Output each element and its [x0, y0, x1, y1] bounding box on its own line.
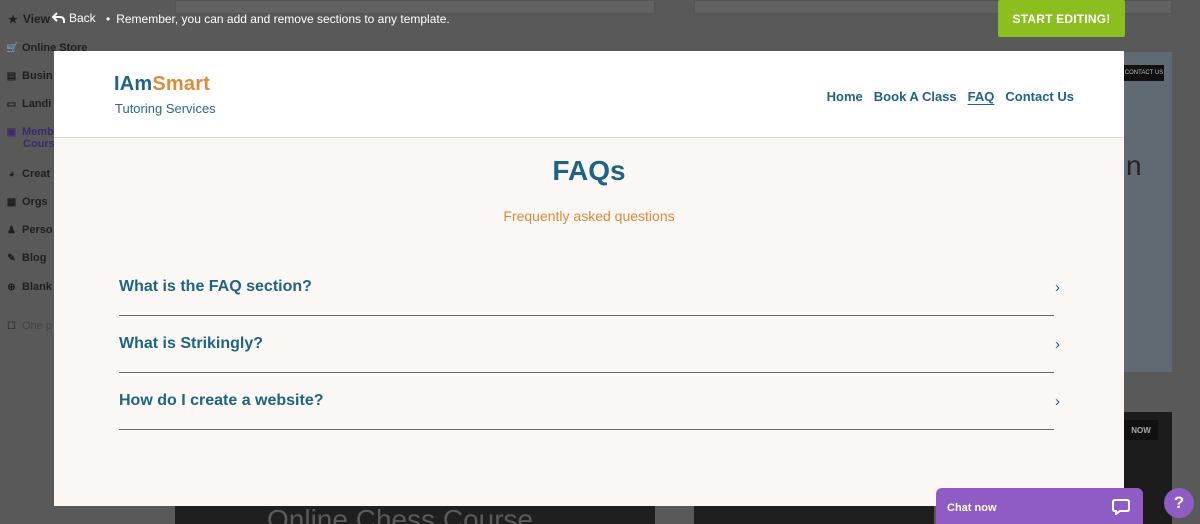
chevron-right-icon: ›	[1055, 393, 1060, 410]
sidebar-item-one-page[interactable]: ☐ One p	[6, 320, 52, 332]
background-template-card-bottom: Online Chess Course	[175, 506, 655, 524]
background-template-card-bottom-right	[694, 506, 934, 524]
hint-text: Remember, you can add and remove section…	[116, 12, 450, 26]
start-editing-button[interactable]: START EDITING!	[998, 0, 1125, 37]
sidebar-item-label: Memb	[22, 126, 54, 138]
back-arrow-icon	[52, 12, 65, 23]
nav-link-book-a-class[interactable]: Book A Class	[874, 89, 957, 104]
logo-part-1: IAm	[114, 73, 153, 95]
sidebar-item-label: Blank	[22, 281, 52, 293]
person-icon: ♟	[7, 224, 16, 236]
sidebar-item-label: Busin	[22, 70, 53, 82]
help-button[interactable]: ?	[1164, 488, 1194, 518]
sidebar-item-membership[interactable]: ▣ Memb Cours	[6, 126, 55, 150]
plus-circle-icon: ⊕	[7, 281, 16, 293]
chevron-right-icon: ›	[1055, 336, 1060, 353]
background-heading-fragment: n	[1126, 150, 1142, 181]
pen-icon: ✎	[7, 252, 16, 264]
site-header: IAmSmart Tutoring Services Home Book A C…	[54, 51, 1124, 138]
back-button[interactable]: Back	[52, 11, 96, 25]
sidebar-item-creative[interactable]: ◕ Creat	[6, 168, 50, 180]
id-card-icon: ▣	[6, 126, 17, 138]
background-now-button: NOW	[1124, 420, 1158, 440]
faq-item[interactable]: What is Strikingly? ›	[119, 316, 1060, 373]
sidebar-item-orgs[interactable]: ▦ Orgs	[6, 196, 48, 208]
template-preview-modal: IAmSmart Tutoring Services Home Book A C…	[54, 51, 1124, 506]
faq-item[interactable]: How do I create a website? ›	[119, 373, 1060, 430]
clipboard-icon: ▤	[6, 70, 17, 82]
background-contact-button: CONTACT US	[1124, 65, 1164, 81]
star-icon: ★	[8, 13, 18, 26]
window-icon: ▭	[6, 98, 17, 110]
sidebar-item-personal[interactable]: ♟ Perso	[6, 224, 53, 236]
chevron-right-icon: ›	[1055, 279, 1060, 296]
chat-bubble-icon	[1112, 499, 1130, 515]
faq-question: How do I create a website?	[119, 392, 324, 409]
view-label-text: View	[22, 12, 51, 26]
logo-part-2: Smart	[152, 73, 211, 95]
template-category-sidebar: 🛒 Online Store ▤ Busin ▭ Landi ▣ Memb Co…	[0, 0, 87, 524]
nav-link-home[interactable]: Home	[827, 89, 863, 104]
site-nav: Home Book A Class FAQ Contact Us	[827, 89, 1074, 104]
nav-link-faq[interactable]: FAQ	[968, 89, 995, 104]
cart-icon: 🛒	[6, 42, 19, 54]
sidebar-item-sublabel: Cours	[23, 138, 55, 150]
faq-section-subtitle: Frequently asked questions	[503, 208, 675, 224]
separator-dot: •	[106, 12, 111, 26]
chat-label: Chat now	[947, 502, 997, 514]
faq-question: What is the FAQ section?	[119, 278, 312, 295]
sidebar-item-blog[interactable]: ✎ Blog	[6, 252, 46, 264]
sidebar-item-blank[interactable]: ⊕ Blank	[6, 281, 52, 293]
background-template-card-right	[1124, 52, 1172, 372]
checkbox-icon[interactable]: ☐	[6, 321, 17, 332]
faq-section-title: FAQs	[552, 155, 626, 186]
faq-question: What is Strikingly?	[119, 335, 264, 352]
faq-list: What is the FAQ section? › What is Strik…	[119, 259, 1060, 430]
sidebar-item-label: Perso	[22, 224, 53, 236]
site-tagline: Tutoring Services	[115, 101, 216, 116]
sidebar-item-label: Blog	[22, 252, 47, 264]
briefcase-icon: ▦	[6, 196, 17, 208]
editor-hint-message: • Remember, you can add and remove sectio…	[100, 12, 450, 26]
palette-icon: ◕	[8, 168, 15, 180]
view-label: ★ View	[8, 12, 50, 26]
background-card-title: Online Chess Course	[267, 506, 534, 524]
chat-now-button[interactable]: Chat now	[936, 488, 1143, 524]
sidebar-item-label: Orgs	[22, 196, 48, 208]
back-label: Back	[69, 11, 96, 25]
sidebar-item-label: Landi	[22, 98, 52, 110]
nav-link-contact-us[interactable]: Contact Us	[1005, 89, 1074, 104]
sidebar-item-business[interactable]: ▤ Busin	[6, 70, 53, 82]
sidebar-item-label: One p	[22, 320, 52, 332]
sidebar-item-landing[interactable]: ▭ Landi	[6, 98, 52, 110]
site-logo[interactable]: IAmSmart	[114, 73, 210, 96]
faq-item[interactable]: What is the FAQ section? ›	[119, 259, 1060, 316]
sidebar-item-label: Creat	[22, 168, 51, 180]
